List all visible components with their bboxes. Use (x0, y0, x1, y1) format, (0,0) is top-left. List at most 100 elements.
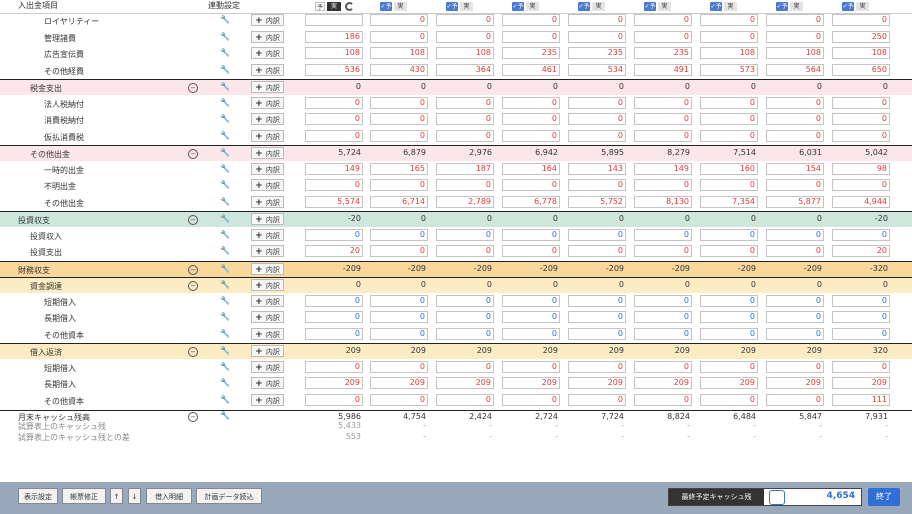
value-input[interactable]: 461 (502, 63, 560, 76)
value-input[interactable]: 108 (305, 47, 363, 59)
value-input[interactable]: 209 (436, 377, 494, 389)
collapse-icon[interactable]: − (188, 281, 198, 291)
value-input[interactable]: 0 (502, 96, 560, 109)
value-input[interactable]: 0 (436, 96, 494, 109)
breakdown-button[interactable]: + 内訳 (251, 228, 284, 241)
value-input[interactable]: 0 (766, 14, 824, 26)
forecast-checkbox[interactable]: ✓予 (578, 1, 590, 11)
actual-toggle[interactable]: 実 (658, 1, 671, 11)
forecast-checkbox[interactable]: ✓予 (842, 1, 854, 11)
value-input[interactable]: 0 (634, 96, 692, 109)
value-input[interactable]: 0 (832, 311, 890, 323)
value-input[interactable]: 209 (766, 377, 824, 389)
value-input[interactable]: 108 (436, 47, 494, 59)
wrench-icon[interactable]: 🔧 (220, 48, 230, 57)
value-input[interactable]: 165 (370, 162, 428, 175)
value-input[interactable]: 149 (634, 162, 692, 175)
value-input[interactable]: 0 (370, 129, 428, 142)
value-input[interactable]: 0 (502, 393, 560, 406)
value-input[interactable]: 0 (436, 129, 494, 142)
value-input[interactable]: 111 (832, 393, 890, 406)
value-input[interactable]: 0 (370, 393, 428, 406)
value-input[interactable]: 0 (568, 129, 626, 142)
value-input[interactable]: 209 (700, 377, 758, 389)
value-input[interactable]: 0 (700, 327, 758, 340)
value-input[interactable]: 108 (766, 47, 824, 59)
breakdown-button[interactable]: + 内訳 (251, 96, 284, 109)
value-input[interactable]: 0 (766, 113, 824, 125)
value-input[interactable]: 0 (370, 113, 428, 125)
value-input[interactable]: 0 (568, 393, 626, 406)
value-input[interactable]: 0 (634, 14, 692, 26)
value-input[interactable]: 0 (305, 311, 363, 323)
breakdown-button[interactable]: + 内訳 (251, 14, 284, 26)
value-input[interactable]: 0 (502, 228, 560, 241)
value-input[interactable]: 209 (832, 377, 890, 389)
value-input[interactable]: 0 (370, 245, 428, 257)
value-input[interactable]: 0 (700, 245, 758, 257)
breakdown-button[interactable]: + 内訳 (251, 47, 284, 59)
value-input[interactable] (305, 14, 363, 26)
value-input[interactable]: 0 (370, 228, 428, 241)
value-input[interactable]: 534 (568, 63, 626, 76)
forecast-checkbox[interactable]: ✓予 (710, 1, 722, 11)
actual-toggle[interactable]: 実 (790, 1, 803, 11)
toolbar-button[interactable]: 表示設定 (18, 488, 58, 504)
breakdown-button[interactable]: + 内訳 (251, 129, 284, 142)
breakdown-button[interactable]: + 内訳 (251, 63, 284, 76)
value-input[interactable]: 235 (568, 47, 626, 59)
forecast-checkbox[interactable]: ✓予 (776, 1, 788, 11)
value-input[interactable]: 0 (700, 294, 758, 307)
value-input[interactable]: 250 (832, 30, 890, 43)
value-input[interactable]: 0 (568, 327, 626, 340)
value-input[interactable]: 564 (766, 63, 824, 76)
value-input[interactable]: 0 (568, 96, 626, 109)
wrench-icon[interactable]: 🔧 (220, 98, 230, 107)
value-input[interactable]: 186 (305, 30, 363, 43)
value-input[interactable]: 235 (502, 47, 560, 59)
value-input[interactable]: 0 (700, 228, 758, 241)
value-input[interactable]: 0 (436, 327, 494, 340)
value-input[interactable]: 0 (568, 30, 626, 43)
value-input[interactable]: 0 (370, 311, 428, 323)
value-input[interactable]: 491 (634, 63, 692, 76)
value-input[interactable]: 0 (832, 327, 890, 340)
value-input[interactable]: 0 (568, 311, 626, 323)
value-input[interactable]: 364 (436, 63, 494, 76)
value-input[interactable]: 0 (634, 228, 692, 241)
value-input[interactable]: 98 (832, 162, 890, 175)
value-input[interactable]: 0 (634, 245, 692, 257)
value-input[interactable]: 0 (766, 228, 824, 241)
value-input[interactable]: 0 (305, 129, 363, 142)
value-input[interactable]: 0 (766, 393, 824, 406)
value-input[interactable]: 0 (766, 294, 824, 307)
actual-toggle[interactable]: 実 (592, 1, 605, 11)
value-input[interactable]: 0 (370, 294, 428, 307)
forecast-checkbox[interactable]: ✓予 (446, 1, 458, 11)
value-input[interactable]: 0 (502, 129, 560, 142)
breakdown-button[interactable]: + 内訳 (251, 345, 284, 357)
value-input[interactable]: 6,714 (370, 195, 428, 208)
breakdown-button[interactable]: + 内訳 (251, 162, 284, 175)
value-input[interactable]: 209 (305, 377, 363, 389)
value-input[interactable]: 160 (700, 162, 758, 175)
value-input[interactable]: 0 (370, 327, 428, 340)
wrench-icon[interactable]: 🔧 (220, 148, 230, 157)
breakdown-button[interactable]: + 内訳 (251, 147, 284, 159)
value-input[interactable]: 0 (766, 327, 824, 340)
wrench-icon[interactable]: 🔧 (220, 214, 230, 223)
forecast-checkbox[interactable]: ✓予 (512, 1, 524, 11)
value-input[interactable]: 0 (502, 30, 560, 43)
wrench-icon[interactable]: 🔧 (220, 362, 230, 371)
breakdown-button[interactable]: + 内訳 (251, 81, 284, 93)
wrench-icon[interactable]: 🔧 (220, 131, 230, 140)
wrench-icon[interactable]: 🔧 (220, 296, 230, 305)
collapse-icon[interactable]: − (188, 215, 198, 225)
value-input[interactable]: 0 (700, 311, 758, 323)
wrench-icon[interactable]: 🔧 (220, 164, 230, 173)
value-input[interactable]: 0 (305, 113, 363, 125)
value-input[interactable]: 0 (634, 327, 692, 340)
value-input[interactable]: 0 (568, 245, 626, 257)
value-input[interactable]: 0 (436, 245, 494, 257)
value-input[interactable]: 0 (370, 179, 428, 191)
